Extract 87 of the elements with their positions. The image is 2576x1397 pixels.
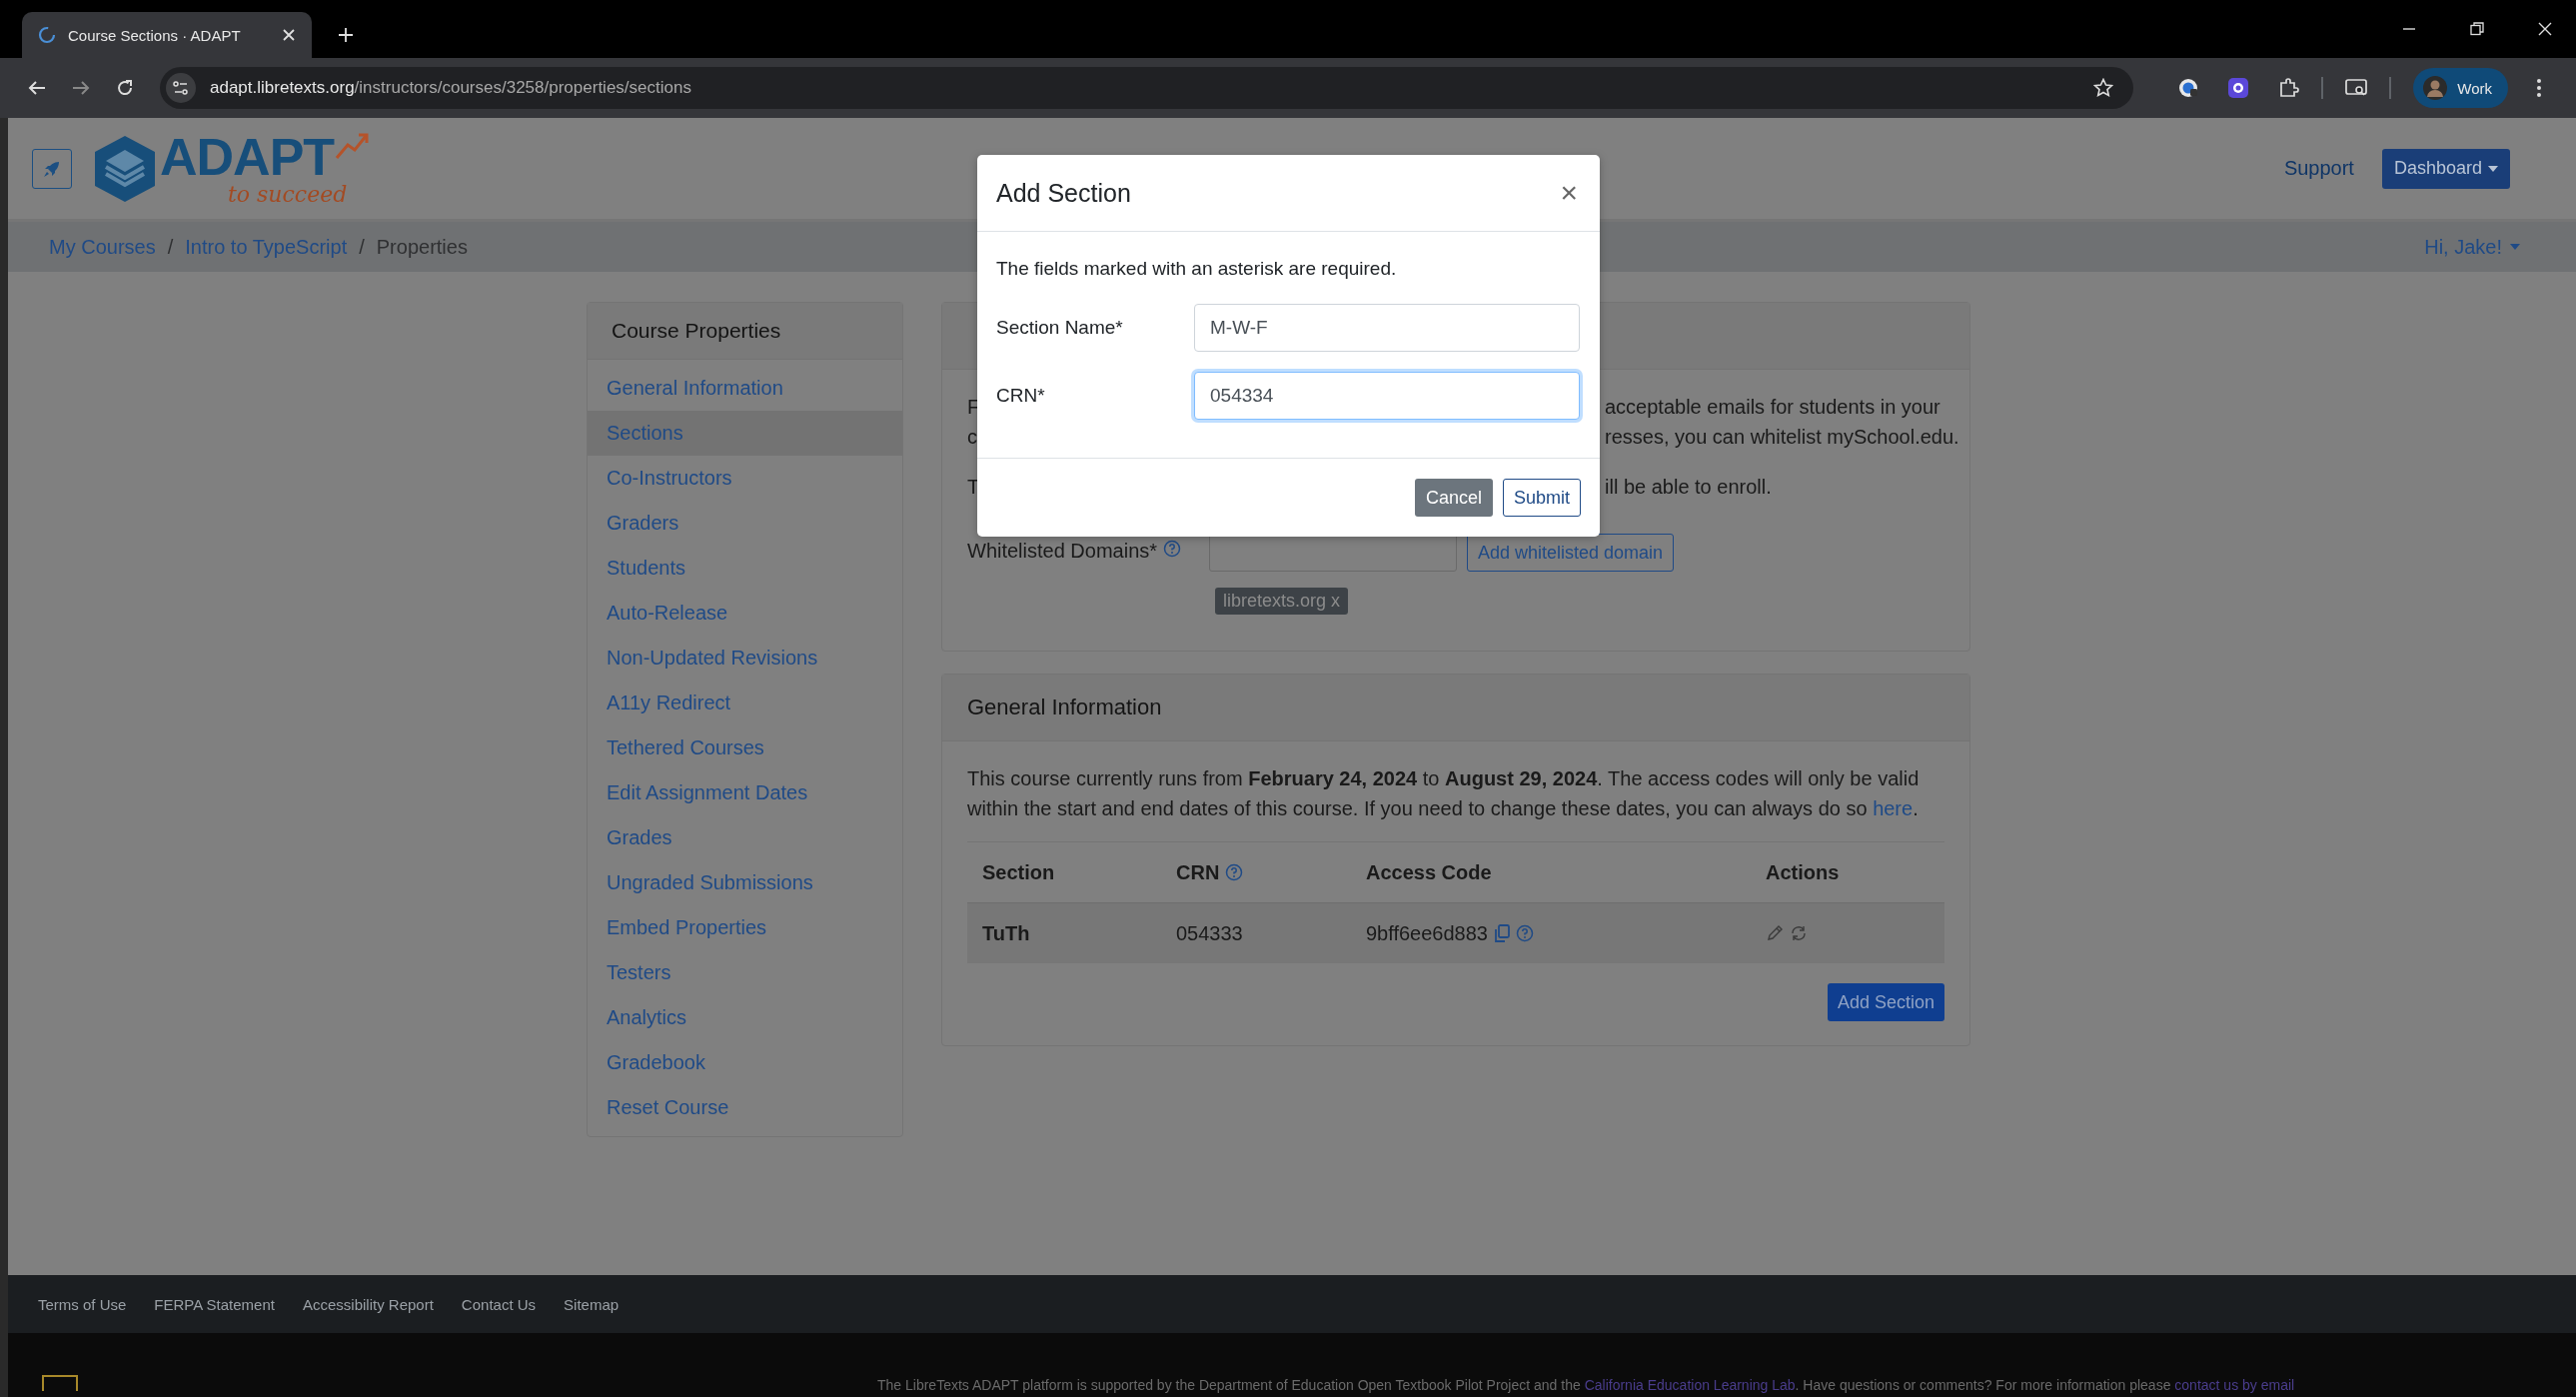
text-fragment: ill be able to enroll. (1605, 475, 1773, 500)
puzzle-icon[interactable] (2277, 77, 2300, 99)
sidebar-item[interactable]: Auto-Release (588, 591, 902, 636)
text-fragment: resses, you can whitelist mySchool.edu. (1605, 425, 1959, 450)
caret-icon (2510, 244, 2520, 250)
footer-link[interactable]: Sitemap (564, 1295, 620, 1313)
breadcrumb-separator: / (167, 235, 174, 259)
browser-tab[interactable]: Course Sections · ADAPT (22, 12, 312, 58)
tab-search-icon[interactable] (2345, 78, 2368, 98)
loading-icon (38, 26, 56, 44)
breadcrumb-separator: / (359, 235, 365, 259)
address-bar[interactable]: adapt.libretexts.org/instructors/courses/3258/properties/sections (160, 67, 2134, 109)
table-cell: 054333 (1176, 921, 1243, 945)
column-header: Access Code (1366, 860, 1492, 884)
new-tab-icon[interactable] (338, 27, 354, 43)
footer-link[interactable]: Contact Us (461, 1295, 537, 1313)
site-settings-icon[interactable] (166, 73, 196, 103)
sidebar-item[interactable]: Sections (588, 411, 902, 456)
profile-button[interactable]: Work (2413, 68, 2508, 108)
star-icon[interactable] (2093, 78, 2114, 98)
footer-link[interactable]: California Education Learning Lab (1584, 1377, 1796, 1393)
user-menu[interactable]: Hi, Jake! (2424, 235, 2520, 259)
field-label: Section Name* (996, 317, 1124, 339)
extension-icon[interactable] (2227, 77, 2250, 99)
forward-icon[interactable] (72, 80, 90, 96)
extension-icon[interactable] (2177, 77, 2200, 99)
footer-notice: The LibreTexts ADAPT platform is supported by the Department of Education Open Textbook Pilot Project and the California Education Learning Lab. Have questions or comments? For more information please contact us by email (877, 1377, 2295, 1393)
sidebar-item[interactable]: Reset Course (588, 1085, 902, 1130)
text-fragment: acceptable emails for students in your (1605, 395, 1941, 420)
breadcrumb-current: Properties (376, 235, 468, 259)
text-field[interactable]: 054334 (1194, 372, 1580, 420)
sidebar-item[interactable]: Gradebook (588, 1040, 902, 1085)
dashboard-dropdown[interactable]: Dashboard (2381, 148, 2510, 189)
field-label: CRN* (996, 385, 1046, 407)
domain-tag[interactable]: libretexts.org x (1215, 588, 1349, 615)
restore-icon[interactable] (2470, 22, 2484, 36)
sidebar-item[interactable]: Students (588, 546, 902, 591)
sidebar-item[interactable]: Grades (588, 815, 902, 860)
text-fragment: c (967, 425, 977, 450)
avatar-icon (2423, 76, 2448, 100)
sidebar-item[interactable]: General Information (588, 366, 902, 411)
caret-icon (2488, 165, 2498, 172)
pencil-icon[interactable] (1766, 924, 1784, 942)
close-icon[interactable] (2538, 22, 2552, 36)
support-link[interactable]: Support (2283, 157, 2354, 180)
column-header: CRN (1176, 860, 1220, 884)
required-fields-note: The fields marked with an asterisk are required. (996, 258, 1398, 280)
sidebar-item[interactable]: Tethered Courses (588, 725, 902, 770)
sidebar-item[interactable]: Ungraded Submissions (588, 860, 902, 905)
sidebar-item[interactable]: A11y Redirect (588, 681, 902, 725)
sidebar-item[interactable]: Co-Instructors (588, 456, 902, 501)
sidebar-toggle-button[interactable] (32, 148, 72, 189)
text-field[interactable]: M-W-F (1194, 304, 1580, 352)
footer-link[interactable]: FERPA Statement (154, 1295, 275, 1313)
sidebar-item[interactable]: Embed Properties (588, 905, 902, 950)
logo-tagline: to succeed (228, 182, 349, 207)
sidebar-title: Course Properties (588, 303, 902, 360)
sidebar-item[interactable]: Non-Updated Revisions (588, 636, 902, 681)
add-section-button[interactable]: Add Section (1827, 983, 1944, 1021)
submit-button[interactable]: Submit (1502, 479, 1581, 517)
close-icon[interactable] (282, 28, 296, 42)
modal-title: Add Section (996, 178, 1131, 208)
sidebar-item[interactable]: Graders (588, 501, 902, 546)
card-title: General Information (967, 695, 1162, 720)
footer-link[interactable]: contact us by email (2174, 1377, 2295, 1393)
refresh-icon[interactable] (1790, 924, 1808, 942)
sidebar-item[interactable]: Analytics (588, 995, 902, 1040)
breadcrumb-link[interactable]: My Courses (49, 235, 156, 259)
cancel-button[interactable]: Cancel (1414, 479, 1493, 517)
back-icon[interactable] (28, 80, 46, 96)
table-cell: 9bff6ee6d883 (1366, 921, 1488, 945)
logo-wordmark: ADAPT (160, 130, 335, 183)
course-dates-text: This course currently runs from February 24, 2024 to August 29, 2024. The access codes will only be valid within the start and end dates of this course. If you need to change these dates, you can always do so here. (967, 766, 1921, 821)
close-button[interactable]: × (1556, 176, 1582, 210)
breadcrumb-link[interactable]: Intro to TypeScript (185, 235, 348, 259)
table-cell: TuTh (982, 921, 1030, 945)
field-label: Whitelisted Domains* (967, 540, 1158, 563)
url-text: adapt.libretexts.org/instructors/courses/3258/properties/sections (210, 78, 691, 98)
footer-link[interactable]: Accessibility Report (302, 1295, 434, 1313)
column-header: Actions (1766, 860, 1840, 884)
sidebar-item[interactable]: Edit Assignment Dates (588, 770, 902, 815)
here-link[interactable]: here (1873, 797, 1914, 819)
footer-link[interactable]: Terms of Use (38, 1295, 127, 1313)
menu-icon[interactable] (2536, 78, 2542, 98)
column-header: Section (982, 860, 1055, 884)
reload-icon[interactable] (116, 79, 134, 97)
sidebar-item[interactable]: Testers (588, 950, 902, 995)
